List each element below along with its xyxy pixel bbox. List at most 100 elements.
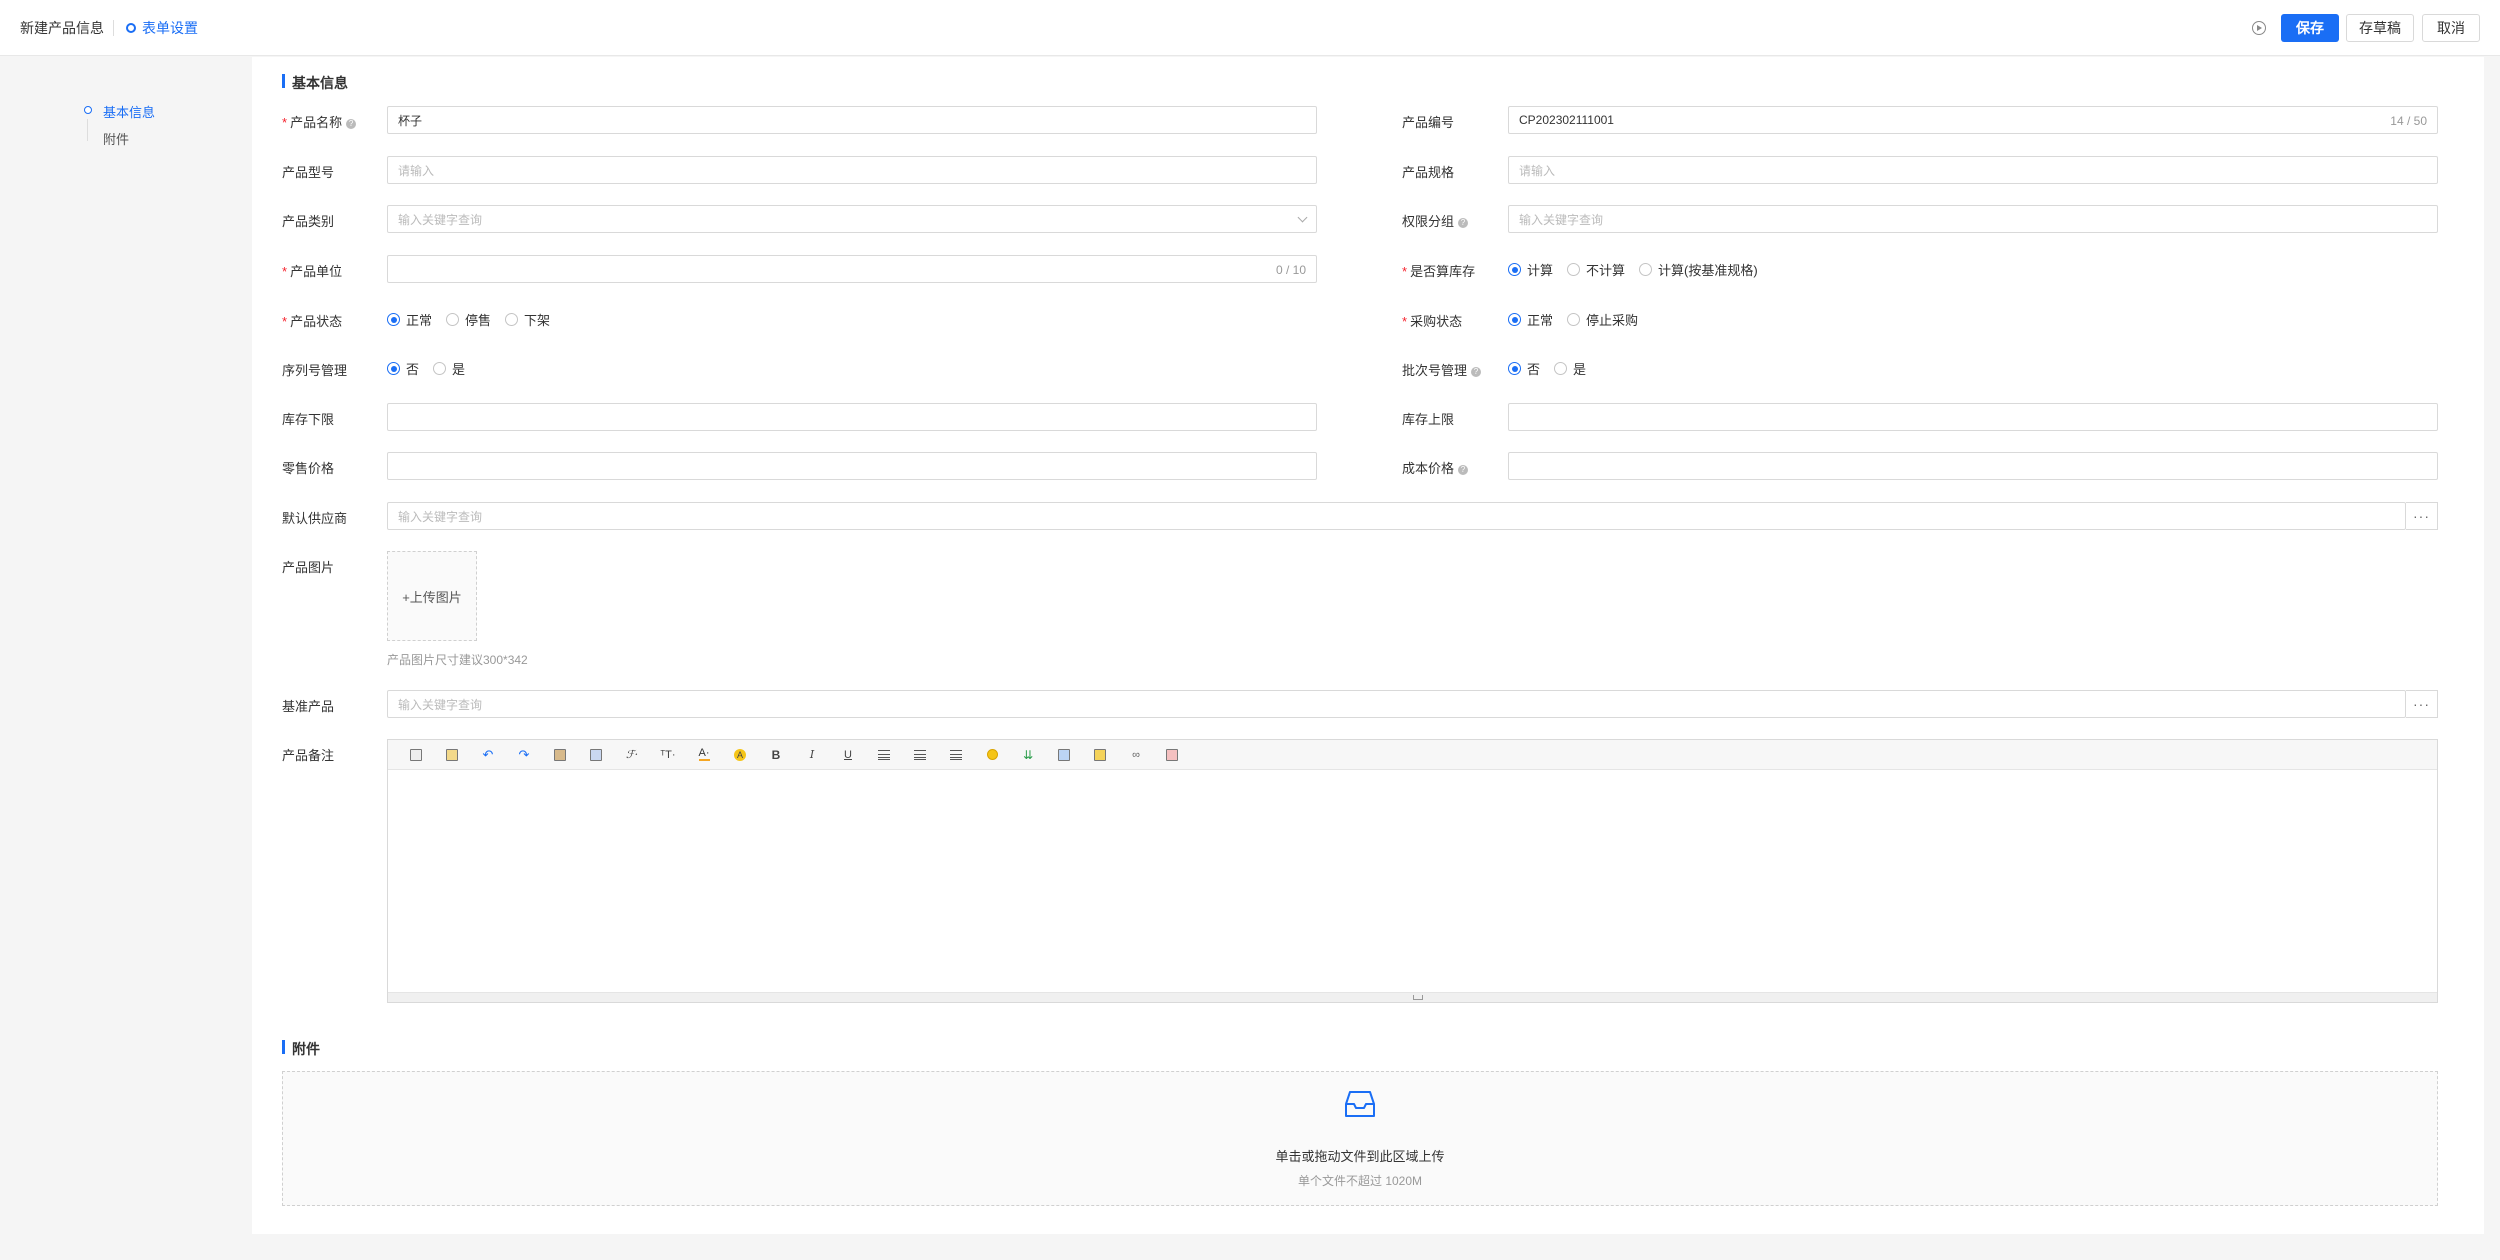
image-icon[interactable] <box>1046 744 1082 766</box>
product-model-input[interactable]: 请输入 <box>387 156 1317 184</box>
special-char-icon[interactable] <box>1154 744 1190 766</box>
product-spec-label: 产品规格 <box>1402 165 1455 180</box>
nav-line <box>87 119 88 141</box>
section-attachment: 附件 <box>282 1039 320 1059</box>
retail-price-label: 零售价格 <box>282 461 335 476</box>
stock-max-input[interactable] <box>1508 403 2438 431</box>
radio-count-base-spec[interactable]: 计算(按基准规格) <box>1639 260 1758 279</box>
serial-mgmt-label: 序列号管理 <box>282 363 348 378</box>
default-supplier-input[interactable]: 输入关键字查询 <box>387 502 2406 530</box>
play-icon[interactable] <box>2252 21 2266 35</box>
section-basic-info: 基本信息 <box>282 73 348 93</box>
save-draft-button[interactable]: 存草稿 <box>2346 14 2414 42</box>
base-product-input[interactable]: 输入关键字查询 <box>387 690 2406 718</box>
underline-icon[interactable]: U <box>830 744 866 766</box>
product-code-label: 产品编号 <box>1402 115 1455 130</box>
count-stock-label: * 是否算库存 <box>1402 264 1476 279</box>
remark-label: 产品备注 <box>282 748 335 763</box>
chevron-down-icon <box>1297 212 1308 223</box>
default-supplier-label: 默认供应商 <box>282 511 348 526</box>
radio-serial-yes[interactable]: 是 <box>433 359 465 378</box>
permission-group-input[interactable]: 输入关键字查询 <box>1508 205 2438 233</box>
font-size-icon[interactable]: ᵀT· <box>650 744 686 766</box>
align-center-icon[interactable] <box>902 744 938 766</box>
table-icon[interactable] <box>1082 744 1118 766</box>
highlight-color-icon[interactable]: A <box>722 744 758 766</box>
dropzone-size-hint: 单个文件不超过 1020M <box>1297 1174 1423 1188</box>
source-icon[interactable] <box>398 744 434 766</box>
product-category-label: 产品类别 <box>282 214 335 229</box>
form-settings-link[interactable]: 表单设置 <box>126 18 198 38</box>
product-name-input[interactable]: 杯子 <box>387 106 1317 134</box>
top-header: 新建产品信息 表单设置 保存 存草稿 取消 <box>0 0 2500 56</box>
undo-icon[interactable]: ↶ <box>470 744 506 766</box>
product-name-label: * 产品名称? <box>282 112 357 131</box>
base-product-label: 基准产品 <box>282 699 335 714</box>
radio-purchase-stopped[interactable]: 停止采购 <box>1567 310 1638 329</box>
product-image-label: 产品图片 <box>282 560 335 575</box>
cost-price-input[interactable] <box>1508 452 2438 480</box>
inbox-icon <box>1345 1091 1375 1117</box>
product-spec-input[interactable]: 请输入 <box>1508 156 2438 184</box>
nav-item-attachment[interactable]: 附件 <box>103 129 129 148</box>
page-title: 新建产品信息 <box>20 20 104 36</box>
remark-rich-editor: ↶ ↷ ℱ· ᵀT· A· A B I U ⇊ ∞ <box>387 739 2438 1003</box>
supplier-more-button[interactable]: ··· <box>2406 502 2438 530</box>
help-icon: ? <box>1458 217 1469 228</box>
nav-item-basic-info[interactable]: 基本信息 <box>103 102 155 121</box>
radio-batch-no[interactable]: 否 <box>1508 359 1540 378</box>
file-dropzone[interactable]: 单击或拖动文件到此区域上传 单个文件不超过 1020M <box>282 1071 2438 1206</box>
font-color-icon[interactable]: A· <box>686 744 722 766</box>
insert-row-icon[interactable]: ⇊ <box>1010 744 1046 766</box>
base-product-more-button[interactable]: ··· <box>2406 690 2438 718</box>
permission-group-label: 权限分组? <box>1402 211 1469 230</box>
active-dot-icon <box>84 106 92 114</box>
paste-icon[interactable] <box>542 744 578 766</box>
bold-icon[interactable]: B <box>758 744 794 766</box>
upload-image-button[interactable]: +上传图片 <box>387 551 477 641</box>
help-icon: ? <box>1458 464 1469 475</box>
purchase-status-label: * 采购状态 <box>1402 314 1463 329</box>
radio-serial-no[interactable]: 否 <box>387 359 419 378</box>
stock-min-label: 库存下限 <box>282 412 335 427</box>
save-button[interactable]: 保存 <box>2281 14 2339 42</box>
product-status-radio-group: 正常 停售 下架 <box>387 310 564 329</box>
align-right-icon[interactable] <box>938 744 974 766</box>
paste-text-icon[interactable] <box>578 744 614 766</box>
radio-batch-yes[interactable]: 是 <box>1554 359 1586 378</box>
redo-icon[interactable]: ↷ <box>506 744 542 766</box>
radio-status-removed[interactable]: 下架 <box>505 310 550 329</box>
header-divider <box>113 20 114 36</box>
product-unit-label: * 产品单位 <box>282 264 343 279</box>
radio-status-normal[interactable]: 正常 <box>387 310 432 329</box>
batch-mgmt-radio-group: 否 是 <box>1508 359 1600 378</box>
product-code-input[interactable]: CP202302111001 14 / 50 <box>1508 106 2438 134</box>
retail-price-input[interactable] <box>387 452 1317 480</box>
product-unit-input[interactable]: 0 / 10 <box>387 255 1317 283</box>
editor-content-area[interactable] <box>388 771 2437 991</box>
radio-status-stopped[interactable]: 停售 <box>446 310 491 329</box>
editor-resize-handle[interactable] <box>388 992 2437 1002</box>
product-category-select[interactable]: 输入关键字查询 <box>387 205 1317 233</box>
italic-icon[interactable]: I <box>794 744 830 766</box>
cancel-button[interactable]: 取消 <box>2422 14 2480 42</box>
radio-count[interactable]: 计算 <box>1508 260 1553 279</box>
batch-mgmt-label: 批次号管理? <box>1402 360 1482 379</box>
serial-mgmt-radio-group: 否 是 <box>387 359 479 378</box>
dropzone-primary-text: 单击或拖动文件到此区域上传 <box>1275 1149 1445 1164</box>
settings-icon <box>126 23 136 33</box>
stock-max-label: 库存上限 <box>1402 412 1455 427</box>
emoji-icon[interactable] <box>974 744 1010 766</box>
stock-min-input[interactable] <box>387 403 1317 431</box>
form-panel: 基本信息 * 产品名称? 杯子 产品编号 CP202302111001 14 / 5… <box>252 57 2484 1234</box>
radio-purchase-normal[interactable]: 正常 <box>1508 310 1553 329</box>
cost-price-label: 成本价格? <box>1402 458 1469 477</box>
template-icon[interactable] <box>434 744 470 766</box>
purchase-status-radio-group: 正常 停止采购 <box>1508 310 1652 329</box>
radio-no-count[interactable]: 不计算 <box>1567 260 1625 279</box>
link-icon[interactable]: ∞ <box>1118 744 1154 766</box>
product-status-label: * 产品状态 <box>282 314 343 329</box>
font-family-icon[interactable]: ℱ· <box>614 744 650 766</box>
image-size-hint: 产品图片尺寸建议300*342 <box>387 653 528 667</box>
align-left-icon[interactable] <box>866 744 902 766</box>
